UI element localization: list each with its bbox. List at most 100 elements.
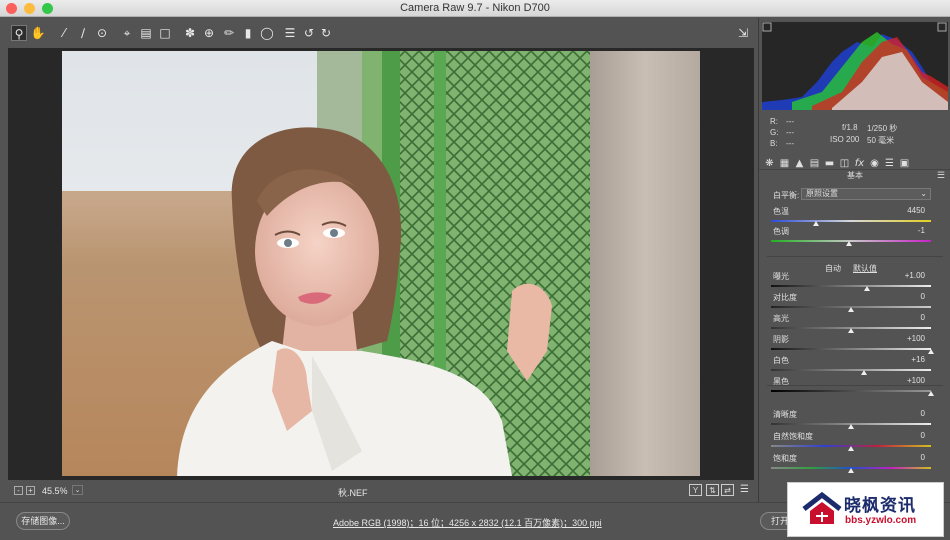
zoom-window-button[interactable] <box>42 3 53 14</box>
zoom-level[interactable]: 45.5% <box>42 486 68 496</box>
slider-label: 高光 <box>773 314 789 323</box>
slider-value[interactable]: 0 <box>889 431 925 440</box>
spot-removal-icon[interactable]: ✽ <box>182 25 198 41</box>
transform-icon[interactable]: □ <box>157 25 173 41</box>
adjustment-panel: R: --- G: --- B: --- f/1.8 1/250 秒 ISO 2… <box>758 18 950 502</box>
shadow-clip-warning-icon[interactable] <box>762 22 772 32</box>
b-label: B: <box>770 139 778 148</box>
zoom-icon[interactable]: ⚲ <box>11 25 27 41</box>
slider-value[interactable]: 0 <box>889 313 925 322</box>
focal-length-value: 50 毫米 <box>867 136 895 145</box>
histogram-graph <box>762 22 948 110</box>
slider-value[interactable]: +100 <box>889 376 925 385</box>
slider-thumb[interactable] <box>860 370 867 375</box>
chevron-down-icon: ⌄ <box>920 189 927 198</box>
filename: 秋.NEF <box>338 488 368 498</box>
slider-thumb[interactable] <box>846 241 853 246</box>
slider-value[interactable]: +1.00 <box>889 271 925 280</box>
view-settings-icon[interactable]: ☰ <box>738 484 751 496</box>
slider-value[interactable]: +100 <box>889 334 925 343</box>
window-title: Camera Raw 9.7 - Nikon D700 <box>400 2 550 14</box>
histogram <box>762 22 948 110</box>
slider-label: 对比度 <box>773 293 797 302</box>
window-controls <box>6 3 53 14</box>
r-label: R: <box>770 117 778 126</box>
radial-filter-icon[interactable]: ◯ <box>259 25 275 41</box>
preferences-icon[interactable]: ☰ <box>282 25 298 41</box>
slider-thumb[interactable] <box>928 349 934 354</box>
default-link[interactable]: 默认值 <box>853 263 877 274</box>
house-logo-icon <box>802 491 842 524</box>
slider-value[interactable]: +16 <box>889 355 925 364</box>
copy-settings-icon[interactable]: ⇄ <box>721 484 734 496</box>
zoom-dropdown-chevron-icon[interactable]: ⌄ <box>72 485 83 495</box>
r-value: --- <box>786 117 794 126</box>
save-image-button[interactable]: 存储图像... <box>16 512 70 530</box>
red-eye-icon[interactable]: ⊕ <box>201 25 217 41</box>
color-sampler-icon[interactable]: ∕ <box>75 25 91 41</box>
workflow-options-link[interactable]: Adobe RGB (1998)；16 位；4256 x 2832 (12.1 … <box>333 516 602 529</box>
divider <box>767 385 943 386</box>
slider-thumb[interactable] <box>848 446 854 451</box>
slider-track[interactable] <box>771 390 931 392</box>
slider-thumb[interactable] <box>848 424 854 429</box>
slider-track[interactable] <box>771 220 931 222</box>
slider-track[interactable] <box>771 369 931 371</box>
divider <box>767 256 943 257</box>
slider-value[interactable]: -1 <box>889 226 925 235</box>
image-status-bar: - + 45.5% ⌄ 秋.NEF Y ⇅ ⇄ ☰ <box>0 481 758 501</box>
slider-label: 阴影 <box>773 335 789 344</box>
target-adjust-icon[interactable]: ⊙ <box>94 25 110 41</box>
close-window-button[interactable] <box>6 3 17 14</box>
wb-select-value: 原照设置 <box>806 189 838 198</box>
watermark-brand: 晓枫资讯 <box>844 496 916 515</box>
slider-value[interactable]: 0 <box>889 409 925 418</box>
slider-thumb[interactable] <box>848 328 854 333</box>
panel-tabs: ❋ ▦ ▲ ▤ ▬ ◫ fx ◉ ☰ ▣ <box>763 153 949 169</box>
panel-menu-icon[interactable]: ☰ <box>937 170 945 181</box>
hand-icon[interactable]: ✋ <box>30 25 46 41</box>
slider-thumb[interactable] <box>848 468 854 473</box>
slider-value[interactable]: 0 <box>889 453 925 462</box>
slider-value[interactable]: 0 <box>889 292 925 301</box>
straighten-icon[interactable]: ▤ <box>138 25 154 41</box>
watermark-url: bbs.yzwlo.com <box>845 515 917 526</box>
rotate-left-icon[interactable]: ↺ <box>301 25 317 41</box>
slider-value[interactable]: 4450 <box>889 206 925 215</box>
slider-label: 清晰度 <box>773 410 797 419</box>
iso-value: ISO 200 <box>830 135 860 144</box>
section-title: 基本 <box>759 169 950 181</box>
crop-icon[interactable]: ⌖ <box>119 25 135 41</box>
highlight-clip-warning-icon[interactable] <box>937 22 947 32</box>
white-balance-icon[interactable]: ⁄ <box>56 25 72 41</box>
slider-track[interactable] <box>771 348 931 350</box>
export-icon[interactable]: ⇲ <box>735 25 751 41</box>
auto-link[interactable]: 自动 <box>825 263 841 274</box>
wb-select[interactable]: 原照设置 ⌄ <box>801 188 931 200</box>
graduated-filter-icon[interactable]: ▮ <box>240 25 256 41</box>
photo-preview[interactable] <box>62 51 700 476</box>
slider-label: 色调 <box>773 227 789 236</box>
slider-thumb[interactable] <box>812 221 819 226</box>
slider-track[interactable] <box>771 285 931 287</box>
adjustment-brush-icon[interactable]: ✏ <box>221 25 237 41</box>
slider-thumb[interactable] <box>864 286 870 291</box>
slider-thumb[interactable] <box>928 391 934 396</box>
slider-thumb[interactable] <box>848 307 854 312</box>
before-after-button[interactable]: Y <box>689 484 702 496</box>
slider-label: 白色 <box>773 356 789 365</box>
minimize-window-button[interactable] <box>24 3 35 14</box>
title-bar: Camera Raw 9.7 - Nikon D700 <box>0 0 950 17</box>
watermark-logo: 晓枫资讯 bbs.yzwlo.com <box>787 482 944 537</box>
rotate-right-icon[interactable]: ↻ <box>318 25 334 41</box>
camera-raw-window: Camera Raw 9.7 - Nikon D700 ⚲ ✋ ⁄ ∕ ⊙ ⌖ … <box>0 0 950 540</box>
zoom-in-button[interactable]: + <box>26 486 35 495</box>
tool-bar: ⚲ ✋ ⁄ ∕ ⊙ ⌖ ▤ □ ✽ ⊕ ✏ ▮ ◯ ☰ ↺ ↻ ⇲ <box>0 18 758 48</box>
slider-label: 饱和度 <box>773 454 797 463</box>
slider-label: 自然饱和度 <box>773 432 813 441</box>
swap-icon[interactable]: ⇅ <box>706 484 719 496</box>
wb-label: 白平衡: <box>773 191 800 200</box>
slider-label: 曝光 <box>773 272 789 281</box>
zoom-out-button[interactable]: - <box>14 486 23 495</box>
shutter-value: 1/250 秒 <box>867 124 898 133</box>
